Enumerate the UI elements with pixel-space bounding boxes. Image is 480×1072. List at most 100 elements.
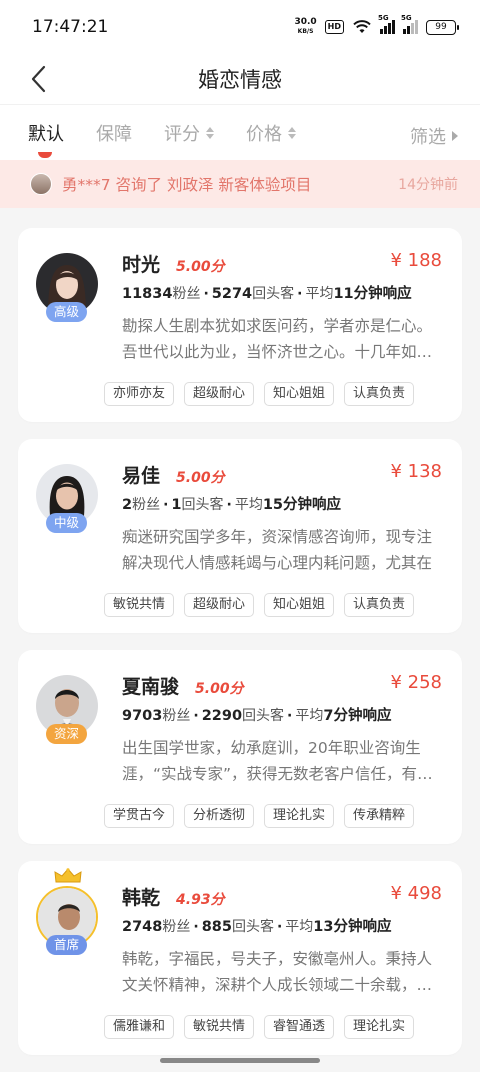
battery-icon: 99 xyxy=(426,19,459,35)
repeat-count: 5274 xyxy=(211,286,253,302)
sort-icon xyxy=(288,126,296,139)
consult-notice[interactable]: 勇***7 咨询了 刘政泽 新客体验项目 14分钟前 xyxy=(0,160,480,208)
consultant-rating: 5.00分 xyxy=(176,470,225,486)
filter-button[interactable]: 筛选 xyxy=(410,123,458,149)
response-prefix: 平均 xyxy=(234,497,263,513)
tag[interactable]: 认真负责 xyxy=(344,382,415,406)
tab-rating-label: 评分 xyxy=(164,123,200,145)
consultant-header: 韩乾 4.93分 ¥ 498 xyxy=(122,883,442,909)
tag[interactable]: 敏锐共情 xyxy=(184,1015,255,1039)
tab-guarantee-label: 保障 xyxy=(96,123,132,145)
tag-list: 学贯古今 分析透彻 理论扎实 传承精粹 xyxy=(104,804,415,828)
back-button[interactable] xyxy=(22,62,54,96)
status-icons: 30.0 KB/S HD 5G 5G 99 xyxy=(294,14,459,37)
crown-icon xyxy=(54,868,82,883)
consultant-name: 易佳 xyxy=(122,465,161,487)
repeat-label: 回头客 xyxy=(231,919,274,935)
level-badge: 首席 xyxy=(46,935,88,955)
consultant-header: 时光 5.00分 ¥ 188 xyxy=(122,250,442,276)
response-time: 15分钟响应 xyxy=(262,497,342,513)
consultant-header: 易佳 5.00分 ¥ 138 xyxy=(122,461,442,487)
signal-icon: 5G xyxy=(378,14,395,34)
filter-bar: 默认 保障 评分 价格 筛选 xyxy=(0,104,480,160)
consultant-name: 时光 xyxy=(122,254,161,276)
tab-rating[interactable]: 评分 xyxy=(164,120,214,146)
tag[interactable]: 知心姐姐 xyxy=(264,382,335,406)
notice-content: 勇***7 咨询了 刘政泽 新客体验项目 xyxy=(30,173,311,195)
filter-label: 筛选 xyxy=(410,127,446,148)
tag[interactable]: 学贯古今 xyxy=(104,804,175,828)
tag[interactable]: 超级耐心 xyxy=(184,382,255,406)
consultant-name: 夏南骏 xyxy=(122,676,180,698)
triangle-right-icon xyxy=(452,131,458,141)
tag[interactable]: 亦师亦友 xyxy=(104,382,175,406)
consultant-stats: 11834粉丝 · 5274回头客 · 平均11分钟响应 xyxy=(122,286,412,302)
repeat-label: 回头客 xyxy=(242,708,285,724)
fans-count: 2 xyxy=(122,497,133,513)
response-prefix: 平均 xyxy=(295,708,324,724)
consultant-stats: 2748粉丝 · 885回头客 · 平均13分钟响应 xyxy=(122,919,392,935)
response-time: 13分钟响应 xyxy=(313,919,392,935)
fans-label: 粉丝 xyxy=(162,919,191,935)
repeat-count: 2290 xyxy=(201,708,243,724)
active-tab-indicator xyxy=(38,151,52,158)
tab-default[interactable]: 默认 xyxy=(28,120,64,158)
response-prefix: 平均 xyxy=(285,919,314,935)
consultant-price: ¥ 188 xyxy=(390,250,442,271)
tag[interactable]: 理论扎实 xyxy=(344,1015,415,1039)
consultant-card[interactable]: 高级 时光 5.00分 ¥ 188 11834粉丝 · 5274回头客 · 平均11分钟… xyxy=(18,228,462,422)
fans-count: 9703 xyxy=(122,708,163,724)
tag[interactable]: 超级耐心 xyxy=(184,593,255,617)
tag[interactable]: 敏锐共情 xyxy=(104,593,175,617)
notice-text: 勇***7 咨询了 刘政泽 新客体验项目 xyxy=(62,176,312,194)
consultant-price: ¥ 258 xyxy=(390,672,442,693)
consultant-rating: 5.00分 xyxy=(176,259,225,275)
repeat-count: 1 xyxy=(171,497,182,513)
consultant-header: 夏南骏 5.00分 ¥ 258 xyxy=(122,672,442,698)
tag-list: 敏锐共情 超级耐心 知心姐姐 认真负责 xyxy=(104,593,415,617)
avatar-wrap: 资深 xyxy=(36,672,102,844)
sort-icon xyxy=(206,126,214,139)
tag[interactable]: 分析透彻 xyxy=(184,804,255,828)
tab-guarantee[interactable]: 保障 xyxy=(96,120,132,146)
consultant-description: 痴迷研究国学多年，资深情感咨询师，现专注解决现代人情感耗竭与心理内耗问题，尤其在 xyxy=(122,528,433,572)
avatar-wrap: 中级 xyxy=(36,461,102,633)
signal-label-2: 5G xyxy=(401,14,412,22)
consultant-card[interactable]: 资深 夏南骏 5.00分 ¥ 258 9703粉丝 · 2290回头客 · 平均7分钟响… xyxy=(18,650,462,844)
page-title: 婚恋情感 xyxy=(198,68,282,92)
consultant-card[interactable]: 中级 易佳 5.00分 ¥ 138 2粉丝 · 1回头客 · 平均15分钟响应 痴迷研究… xyxy=(18,439,462,633)
fans-label: 粉丝 xyxy=(172,286,201,302)
tag[interactable]: 儒雅谦和 xyxy=(104,1015,175,1039)
signal-icon-2: 5G xyxy=(401,14,418,34)
response-time: 7分钟响应 xyxy=(323,708,392,724)
consultant-stats: 2粉丝 · 1回头客 · 平均15分钟响应 xyxy=(122,497,342,513)
status-time: 17:47:21 xyxy=(32,17,109,37)
consultant-price: ¥ 498 xyxy=(390,883,442,904)
home-indicator[interactable] xyxy=(160,1058,320,1063)
repeat-label: 回头客 xyxy=(252,286,295,302)
nav-bar: 婚恋情感 xyxy=(0,54,480,104)
consultant-price: ¥ 138 xyxy=(390,461,442,482)
network-speed-unit: KB/S xyxy=(297,28,314,35)
network-speed-value: 30.0 xyxy=(294,17,317,27)
level-badge: 中级 xyxy=(46,513,88,533)
avatar-wrap: 首席 xyxy=(36,868,102,1055)
repeat-count: 885 xyxy=(201,919,232,935)
chevron-left-icon xyxy=(31,65,46,93)
level-badge: 高级 xyxy=(46,302,88,322)
status-bar: 17:47:21 30.0 KB/S HD 5G 5G 99 xyxy=(0,0,480,54)
tag[interactable]: 睿智通透 xyxy=(264,1015,335,1039)
consultant-description: 韩乾，字福民，号夫子，安徽亳州人。秉持人文关怀精神，深耕个人成长领域二十余载，专… xyxy=(122,950,433,994)
tab-price[interactable]: 价格 xyxy=(246,120,296,146)
tag-list: 亦师亦友 超级耐心 知心姐姐 认真负责 xyxy=(104,382,415,406)
consultant-rating: 4.93分 xyxy=(176,892,225,908)
tag[interactable]: 认真负责 xyxy=(344,593,415,617)
network-speed: 30.0 KB/S xyxy=(294,17,316,37)
tag[interactable]: 传承精粹 xyxy=(344,804,415,828)
consultant-name: 韩乾 xyxy=(122,887,161,909)
consultant-card[interactable]: 首席 韩乾 4.93分 ¥ 498 2748粉丝 · 885回头客 · 平均13分钟响应… xyxy=(18,861,462,1055)
tag[interactable]: 知心姐姐 xyxy=(264,593,335,617)
response-prefix: 平均 xyxy=(305,286,334,302)
response-time: 11分钟响应 xyxy=(333,286,412,302)
tag[interactable]: 理论扎实 xyxy=(264,804,335,828)
